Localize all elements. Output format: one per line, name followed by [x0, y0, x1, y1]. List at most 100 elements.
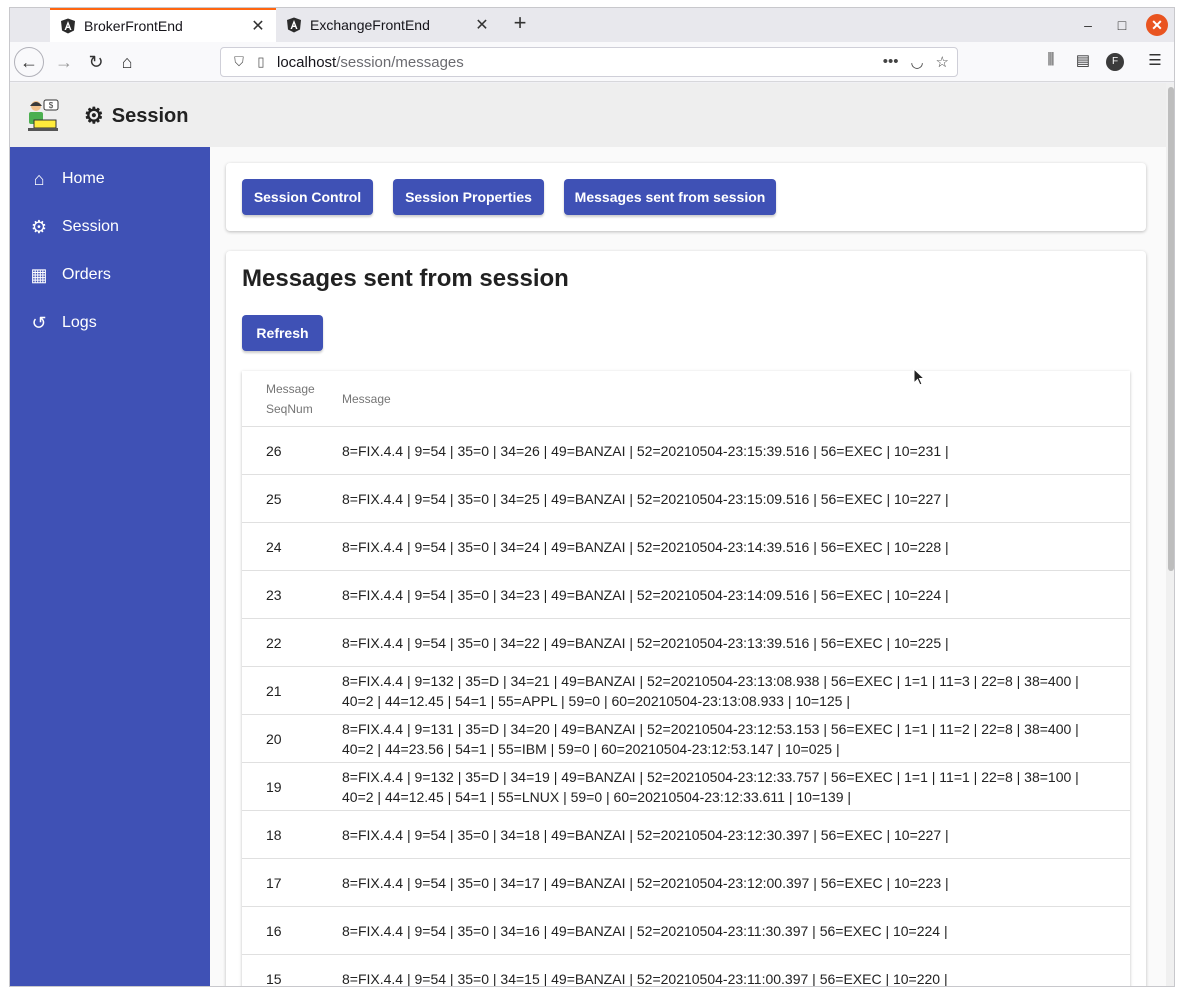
back-button[interactable]: ←: [14, 47, 44, 77]
session-nav-card: Session Control Session Properties Messa…: [226, 163, 1146, 231]
seqnum-cell: 20: [266, 730, 282, 747]
session-control-button[interactable]: Session Control: [242, 179, 373, 215]
history-icon: ↺: [31, 312, 47, 333]
seqnum-cell: 26: [266, 442, 282, 459]
close-window-button[interactable]: ✕: [1146, 14, 1168, 36]
browser-window: BrokerFrontEnd ✕ ExchangeFrontEnd ✕ + – …: [9, 7, 1175, 987]
page-scrollbar[interactable]: [1166, 83, 1174, 986]
sidebar-item-label: Session: [62, 218, 119, 235]
seqnum-cell: 16: [266, 922, 282, 939]
message-cell: 8=FIX.4.4 | 9=54 | 35=0 | 34=24 | 49=BAN…: [342, 538, 949, 555]
sidebar-item-home[interactable]: ⌂ Home: [10, 155, 210, 203]
messages-card: Messages sent from session Refresh Messa…: [226, 251, 1146, 987]
sidebar-item-label: Logs: [62, 314, 97, 331]
shield-icon[interactable]: ⛉: [229, 54, 249, 70]
sidebar-item-label: Orders: [62, 266, 111, 283]
header-seqnum[interactable]: Message SeqNum: [242, 379, 342, 419]
sidebar-item-logs[interactable]: ↺ Logs: [10, 299, 210, 347]
table-row: 17 8=FIX.4.4 | 9=54 | 35=0 | 34=17 | 49=B…: [242, 859, 1130, 907]
url-path: /session/messages: [336, 53, 464, 71]
new-tab-button[interactable]: +: [508, 12, 532, 36]
scrollbar-thumb[interactable]: [1168, 87, 1174, 571]
message-cell: 8=FIX.4.4 | 9=54 | 35=0 | 34=17 | 49=BAN…: [342, 874, 949, 891]
table-header: Message SeqNum Message: [242, 371, 1130, 427]
table-row: 19 8=FIX.4.4 | 9=132 | 35=D | 34=19 | 49=…: [242, 763, 1130, 811]
tab-strip: BrokerFrontEnd ✕ ExchangeFrontEnd ✕ + – …: [10, 8, 1174, 42]
seqnum-cell: 23: [266, 586, 282, 603]
message-cell: 8=FIX.4.4 | 9=132 | 35=D | 34=21 | 49=BA…: [342, 672, 1079, 709]
angular-icon: [61, 18, 75, 34]
sidebar-item-session[interactable]: ⚙ Session: [10, 203, 210, 251]
seqnum-cell: 17: [266, 874, 282, 891]
header-message[interactable]: Message: [342, 392, 1130, 406]
main-content: Session Control Session Properties Messa…: [210, 147, 1156, 987]
message-cell: 8=FIX.4.4 | 9=54 | 35=0 | 34=16 | 49=BAN…: [342, 922, 948, 939]
message-cell: 8=FIX.4.4 | 9=132 | 35=D | 34=19 | 49=BA…: [342, 768, 1079, 805]
seqnum-cell: 22: [266, 634, 282, 651]
sidebar-item-orders[interactable]: ▦ Orders: [10, 251, 210, 299]
url-host: localhost: [277, 53, 337, 71]
store-icon: ▦: [30, 264, 48, 285]
minimize-button[interactable]: –: [1077, 14, 1099, 36]
message-cell: 8=FIX.4.4 | 9=54 | 35=0 | 34=25 | 49=BAN…: [342, 490, 949, 507]
seqnum-cell: 19: [266, 778, 282, 795]
sidebar: ⌂ Home ⚙ Session ▦ Orders ↺ Logs: [10, 147, 210, 986]
table-row: 20 8=FIX.4.4 | 9=131 | 35=D | 34=20 | 49=…: [242, 715, 1130, 763]
close-tab-icon[interactable]: ✕: [474, 15, 490, 35]
url-bar[interactable]: ⛉ ▯ localhost /session/messages ••• ◡ ☆: [220, 47, 958, 77]
messages-sent-button[interactable]: Messages sent from session: [564, 179, 776, 215]
message-cell: 8=FIX.4.4 | 9=131 | 35=D | 34=20 | 49=BA…: [342, 720, 1079, 757]
angular-icon: [287, 17, 301, 33]
gear-icon: ⚙: [30, 216, 48, 237]
seqnum-cell: 18: [266, 826, 282, 843]
reload-button[interactable]: ↻: [81, 47, 111, 77]
table-row: 22 8=FIX.4.4 | 9=54 | 35=0 | 34=22 | 49=B…: [242, 619, 1130, 667]
account-icon[interactable]: F: [1106, 53, 1124, 71]
maximize-button[interactable]: □: [1111, 14, 1133, 36]
table-row: 25 8=FIX.4.4 | 9=54 | 35=0 | 34=25 | 49=B…: [242, 475, 1130, 523]
table-row: 16 8=FIX.4.4 | 9=54 | 35=0 | 34=16 | 49=B…: [242, 907, 1130, 955]
page-icon: ▯: [257, 54, 265, 69]
session-properties-button[interactable]: Session Properties: [393, 179, 544, 215]
home-icon: ⌂: [33, 168, 45, 189]
message-cell: 8=FIX.4.4 | 9=54 | 35=0 | 34=15 | 49=BAN…: [342, 970, 948, 987]
seqnum-cell: 15: [266, 970, 282, 987]
broker-logo-icon: $: [28, 99, 59, 131]
message-cell: 8=FIX.4.4 | 9=54 | 35=0 | 34=26 | 49=BAN…: [342, 442, 949, 459]
messages-table: Message SeqNum Message 26 8=FIX.4.4 | 9=5…: [242, 371, 1130, 987]
table-row: 15 8=FIX.4.4 | 9=54 | 35=0 | 34=15 | 49=B…: [242, 955, 1130, 987]
close-tab-icon[interactable]: ✕: [250, 16, 266, 36]
table-row: 26 8=FIX.4.4 | 9=54 | 35=0 | 34=26 | 49=B…: [242, 427, 1130, 475]
tab-exchangefrontend[interactable]: ExchangeFrontEnd ✕: [276, 8, 500, 42]
table-row: 21 8=FIX.4.4 | 9=132 | 35=D | 34=21 | 49=…: [242, 667, 1130, 715]
table-row: 18 8=FIX.4.4 | 9=54 | 35=0 | 34=18 | 49=B…: [242, 811, 1130, 859]
tab-title: ExchangeFrontEnd: [310, 17, 430, 33]
tab-title: BrokerFrontEnd: [84, 18, 183, 34]
message-cell: 8=FIX.4.4 | 9=54 | 35=0 | 34=23 | 49=BAN…: [342, 586, 949, 603]
gear-icon: ⚙: [84, 103, 104, 128]
more-icon[interactable]: •••: [883, 53, 899, 71]
seqnum-cell: 25: [266, 490, 282, 507]
sidebar-item-label: Home: [62, 170, 105, 187]
seqnum-cell: 24: [266, 538, 282, 555]
message-cell: 8=FIX.4.4 | 9=54 | 35=0 | 34=18 | 49=BAN…: [342, 826, 949, 843]
mouse-cursor-icon: [913, 368, 925, 386]
seqnum-cell: 21: [266, 682, 282, 699]
app: $ ⚙ Session ⌂ Home ⚙ Session ▦ Orders ↺ …: [10, 83, 1166, 987]
table-row: 23 8=FIX.4.4 | 9=54 | 35=0 | 34=23 | 49=B…: [242, 571, 1130, 619]
svg-text:$: $: [49, 101, 54, 110]
pocket-icon[interactable]: ◡: [910, 53, 923, 71]
table-row: 24 8=FIX.4.4 | 9=54 | 35=0 | 34=24 | 49=B…: [242, 523, 1130, 571]
message-cell: 8=FIX.4.4 | 9=54 | 35=0 | 34=22 | 49=BAN…: [342, 634, 949, 651]
page-title-label: Session: [111, 104, 189, 127]
menu-icon[interactable]: ☰: [1144, 51, 1166, 69]
forward-button[interactable]: →: [49, 47, 79, 77]
tab-brokerfrontend[interactable]: BrokerFrontEnd ✕: [50, 8, 276, 42]
page-title: ⚙ Session: [84, 103, 188, 129]
refresh-button[interactable]: Refresh: [242, 315, 323, 351]
home-button[interactable]: ⌂: [112, 47, 142, 77]
bookmark-star-icon[interactable]: ☆: [936, 53, 949, 71]
sidebar-icon[interactable]: ▤: [1072, 51, 1094, 69]
app-header: $ ⚙ Session: [10, 83, 1166, 147]
library-icon[interactable]: ⫼: [1040, 51, 1062, 68]
